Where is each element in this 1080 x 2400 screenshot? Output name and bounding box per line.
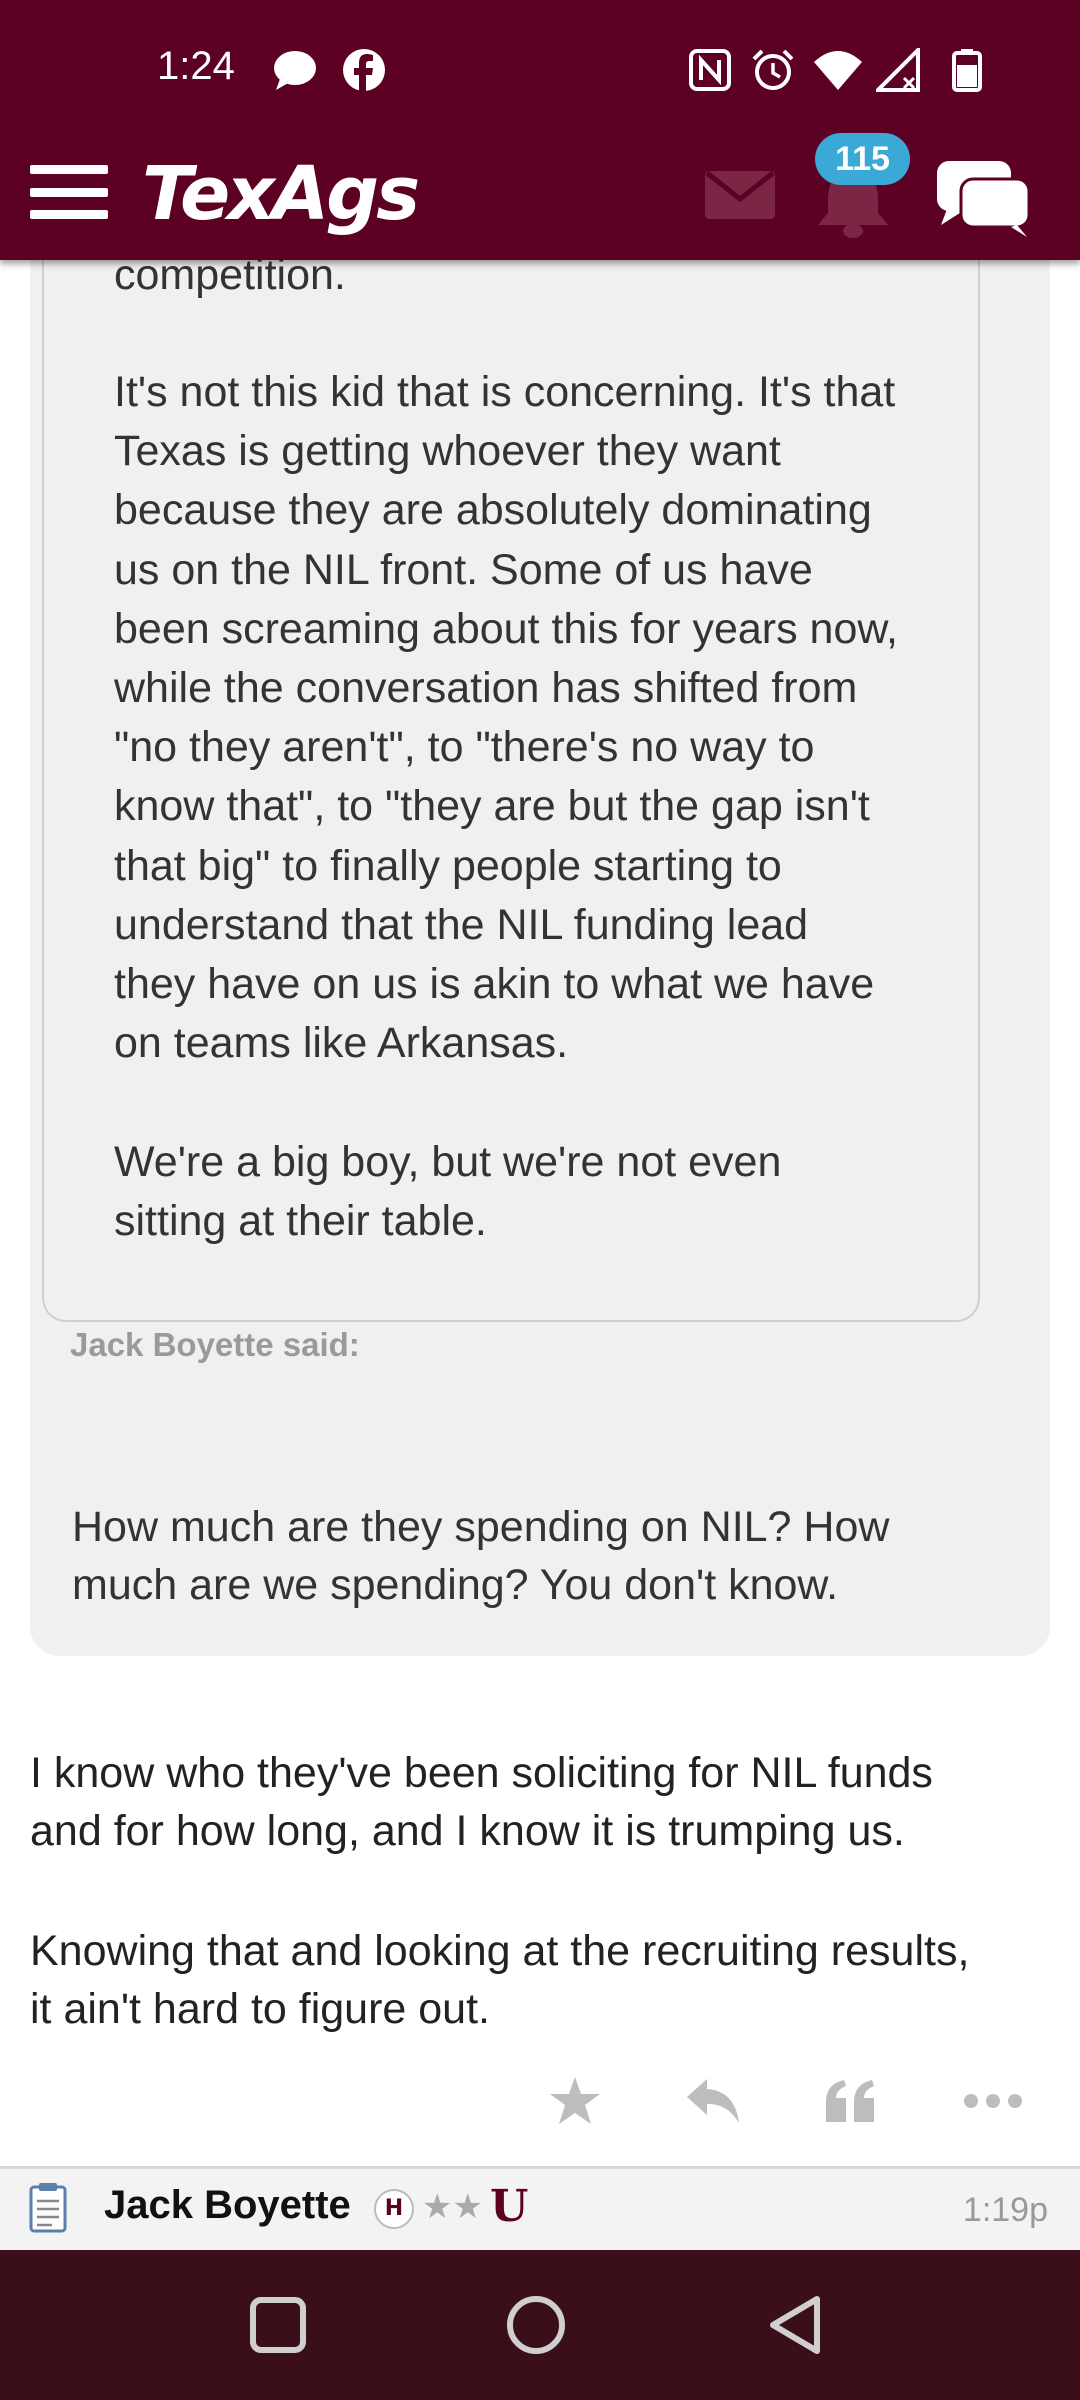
- username[interactable]: Jack Boyette: [104, 2183, 351, 2228]
- wifi-icon: [812, 48, 864, 92]
- post-body: I know who they've been soliciting for N…: [30, 1749, 933, 1855]
- messenger-icon: [272, 48, 318, 92]
- facebook-icon: [342, 48, 386, 92]
- mail-icon[interactable]: [703, 167, 777, 227]
- quote-attribution[interactable]: Jack Boyette said:: [70, 1326, 360, 1364]
- notification-badge[interactable]: 115: [815, 133, 910, 185]
- post-body: Knowing that and looking at the recruiti…: [30, 1927, 970, 2033]
- navigation-bar: [0, 2250, 1080, 2400]
- quote-icon[interactable]: [815, 2066, 885, 2136]
- reply-icon[interactable]: [678, 2066, 748, 2136]
- recents-button[interactable]: [243, 2290, 313, 2360]
- user-team-mark: U: [490, 2181, 529, 2232]
- alarm-icon: [750, 48, 796, 92]
- signal-icon: [876, 48, 922, 92]
- post-list-icon[interactable]: [28, 2181, 68, 2239]
- app-header: TexAgs 115: [0, 133, 1080, 260]
- nfc-icon: [688, 48, 732, 92]
- post-actions: [0, 2066, 1080, 2136]
- star-icon[interactable]: [540, 2066, 610, 2136]
- texags-logo[interactable]: TexAgs: [142, 151, 420, 237]
- quote-paragraph: It's not this kid that is concerning. It…: [114, 368, 898, 1068]
- quote-reply: How much are they spending on NIL? How m…: [72, 1503, 890, 1609]
- battery-icon: [952, 48, 982, 92]
- post-time: 1:19p: [962, 2191, 1048, 2229]
- back-button[interactable]: [760, 2290, 830, 2360]
- status-time: 1:24: [157, 44, 235, 88]
- user-badge: H: [374, 2189, 414, 2229]
- more-icon[interactable]: [958, 2066, 1028, 2136]
- chat-icon[interactable]: [935, 159, 1033, 243]
- status-bar: 1:24: [0, 0, 1080, 145]
- quote-paragraph: We're a big boy, but we're not even sitt…: [114, 1138, 782, 1246]
- menu-icon[interactable]: [30, 159, 108, 225]
- user-stars: ★★: [422, 2187, 483, 2227]
- next-post-header: Jack Boyette H ★★ U 1:19p: [0, 2166, 1080, 2250]
- home-button[interactable]: [501, 2290, 571, 2360]
